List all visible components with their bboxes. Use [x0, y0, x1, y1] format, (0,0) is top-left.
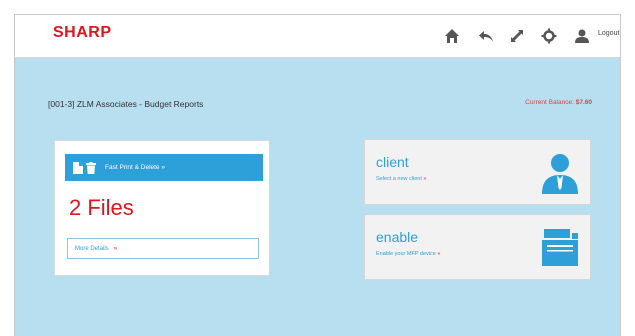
- more-details-label: More Details: [75, 245, 109, 252]
- client-tile-subtitle-text: Select a new client: [376, 176, 422, 182]
- client-tile[interactable]: client Select a new client »: [364, 139, 591, 205]
- settings-icon[interactable]: [540, 27, 558, 45]
- client-tile-subtitle: Select a new client »: [376, 176, 426, 182]
- logout-link[interactable]: Logout: [598, 30, 619, 37]
- user-icon[interactable]: [573, 27, 591, 45]
- app-window: SHARP Logout [001-3] ZLM Associates - Bu…: [14, 14, 621, 336]
- printer-icon: [542, 229, 578, 266]
- account-balance-label: Current Balance:: [525, 99, 574, 106]
- back-icon[interactable]: [477, 27, 495, 45]
- enable-tile-arrow: »: [437, 251, 441, 257]
- files-card: Fast Print & Delete » 2 Files More Detai…: [54, 140, 270, 276]
- trash-icon: [86, 161, 96, 174]
- brand-logo: SHARP: [53, 24, 112, 41]
- document-icon: [73, 161, 83, 174]
- enable-tile-subtitle-text: Enable your MFP device: [376, 251, 436, 257]
- enable-tile-subtitle: Enable your MFP device »: [376, 251, 440, 257]
- fast-print-label: Fast Print & Delete »: [105, 164, 165, 171]
- home-icon[interactable]: [443, 27, 461, 45]
- more-details-arrow: »: [113, 245, 118, 252]
- client-tile-arrow: »: [423, 176, 427, 182]
- client-tile-title: client: [376, 154, 409, 170]
- page-title: [001-3] ZLM Associates - Budget Reports: [48, 99, 204, 109]
- switch-icon[interactable]: [508, 27, 526, 45]
- enable-tile[interactable]: enable Enable your MFP device »: [364, 214, 591, 280]
- account-balance-value: $7.60: [575, 99, 592, 106]
- enable-tile-title: enable: [376, 229, 419, 245]
- files-count: 2 Files: [69, 195, 134, 220]
- more-details-button[interactable]: More Details »: [67, 238, 259, 259]
- person-icon: [542, 154, 578, 194]
- account-balance: Current Balance: $7.60: [525, 99, 592, 106]
- top-bar: SHARP Logout: [15, 15, 620, 58]
- fast-print-button[interactable]: Fast Print & Delete »: [65, 154, 263, 181]
